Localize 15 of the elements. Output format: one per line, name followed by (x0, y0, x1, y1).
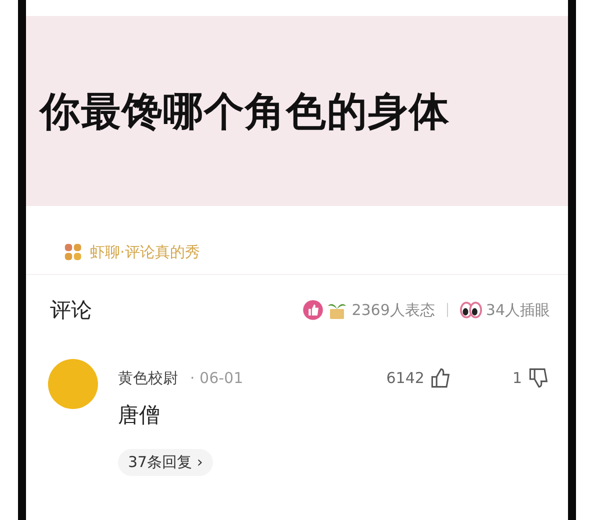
banner-title: 你最馋哪个角色的身体 (40, 88, 450, 136)
comment-date: · 06-01 (190, 369, 244, 387)
thumbs-down-icon[interactable] (528, 367, 550, 389)
replies-link[interactable]: 37条回复 › (118, 449, 213, 476)
poke-count: 34人插眼 (486, 300, 550, 320)
eyes-icon (460, 299, 482, 321)
grid-icon (64, 243, 82, 261)
author-name[interactable]: 黄色校尉 (118, 368, 178, 388)
comments-title: 评论 (50, 297, 92, 324)
thumbs-up-icon[interactable] (430, 367, 452, 389)
like-count: 6142 (386, 369, 424, 387)
dislike-count: 1 (512, 369, 522, 387)
comment-text: 唐僧 (118, 402, 161, 429)
thumbs-up-badge-icon (302, 299, 324, 321)
reaction-count: 2369人表态 (352, 300, 435, 320)
